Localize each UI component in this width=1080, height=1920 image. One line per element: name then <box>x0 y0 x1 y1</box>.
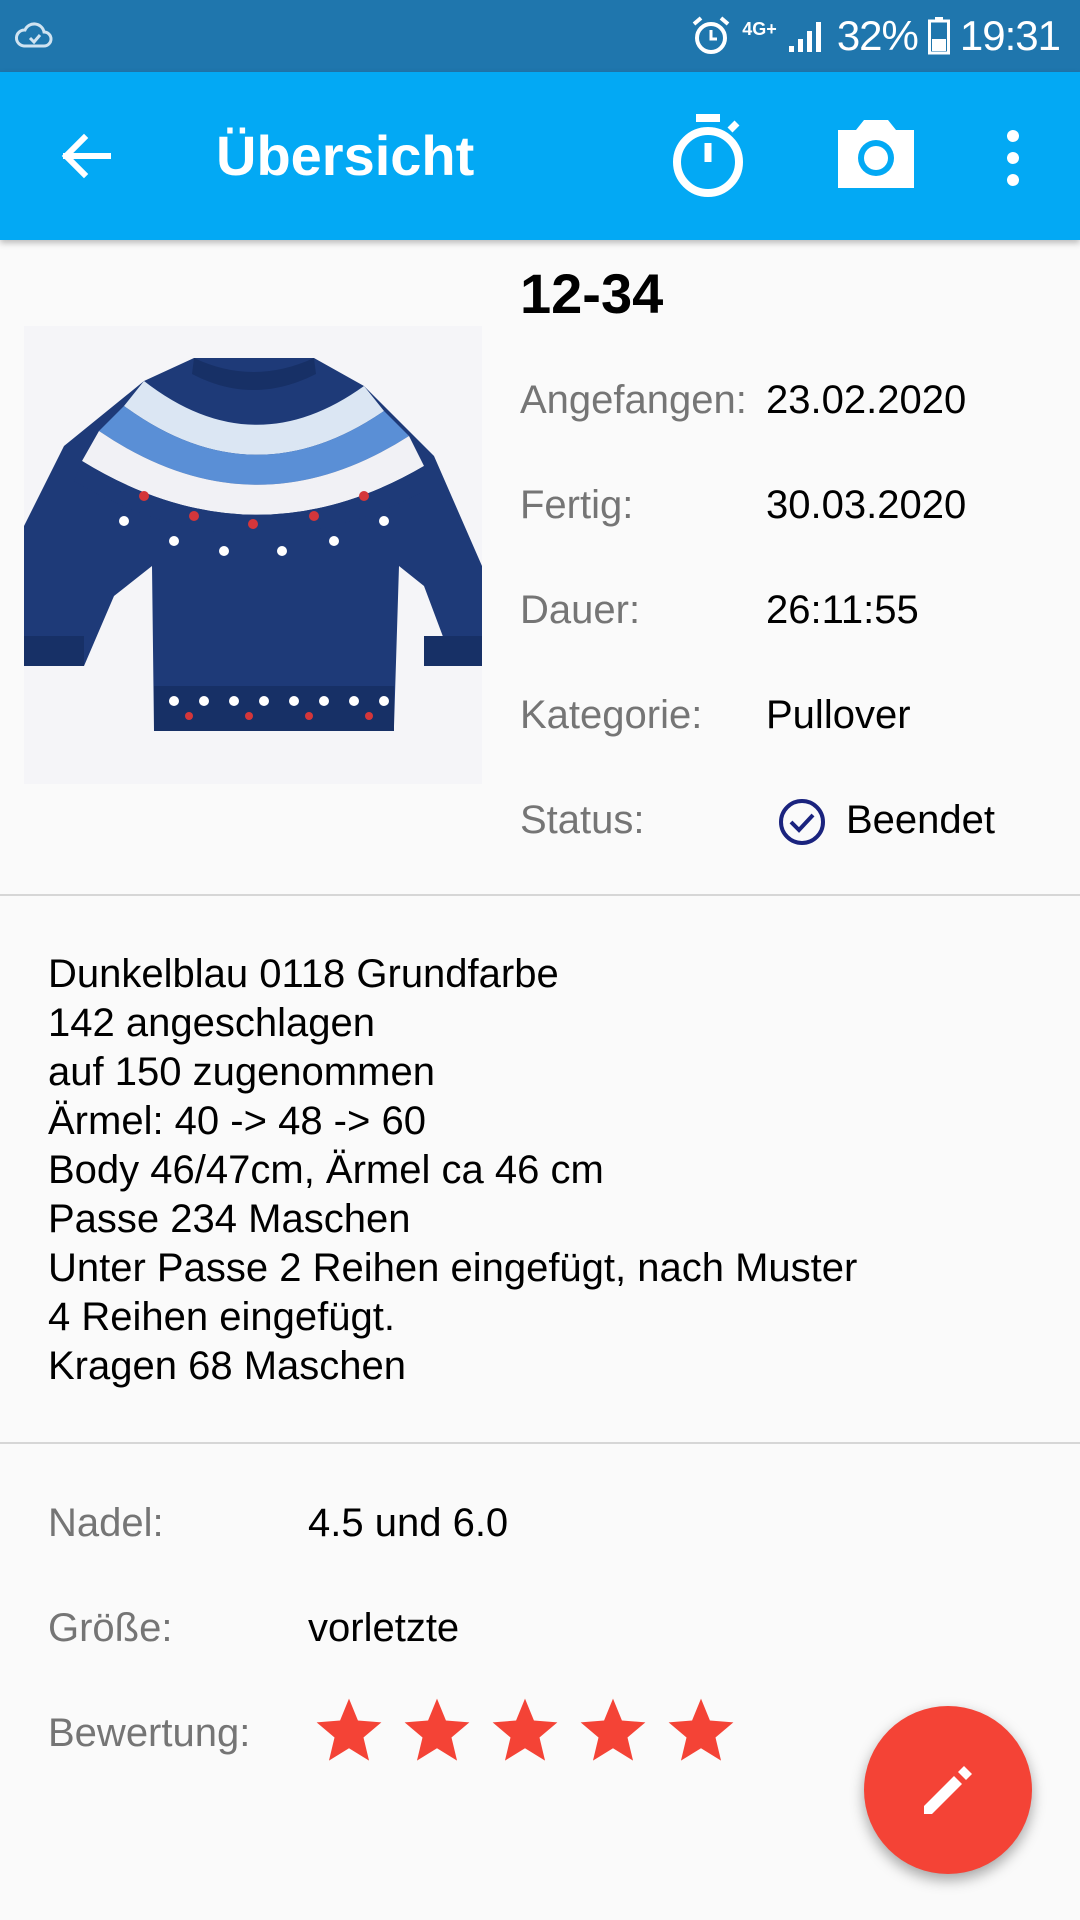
status-value: Beendet <box>846 798 996 842</box>
started-value: 23.02.2020 <box>766 378 967 422</box>
note-line: 4 Reihen eingefügt. <box>48 1295 395 1339</box>
note-line: Passe 234 Maschen <box>48 1197 411 1241</box>
network-type: 4G+ <box>742 19 777 39</box>
edit-icon <box>924 1766 972 1814</box>
rating-stars[interactable] <box>312 1694 738 1774</box>
note-line: Body 46/47cm, Ärmel ca 46 cm <box>48 1148 604 1192</box>
app-bar: Übersicht <box>0 72 1080 240</box>
note-line: 142 angeschlagen <box>48 1001 375 1045</box>
needle-label: Nadel: <box>48 1501 164 1545</box>
divider <box>0 1442 1080 1444</box>
check-circle-icon <box>779 799 825 845</box>
notes-text: Dunkelblau 0118 Grundfarbe 142 angeschla… <box>48 950 1048 1391</box>
started-label: Angefangen: <box>520 378 747 422</box>
status-label: Status: <box>520 798 645 842</box>
category-label: Kategorie: <box>520 693 703 737</box>
battery-icon <box>927 17 950 55</box>
needle-value: 4.5 und 6.0 <box>308 1501 509 1545</box>
note-line: Dunkelblau 0118 Grundfarbe <box>48 952 559 996</box>
note-line: Unter Passe 2 Reihen eingefügt, nach Mus… <box>48 1246 858 1290</box>
page-title: Übersicht <box>216 124 475 187</box>
alarm-icon <box>692 16 730 54</box>
note-line: Ärmel: 40 -> 48 -> 60 <box>48 1099 426 1143</box>
status-bar: 4G+ 32% 19:31 <box>0 0 1080 72</box>
rating-label: Bewertung: <box>48 1711 251 1755</box>
finished-label: Fertig: <box>520 483 634 527</box>
timer-icon[interactable] <box>668 110 748 200</box>
category-value: Pullover <box>766 693 911 737</box>
divider <box>0 894 1080 896</box>
star-icon[interactable] <box>400 1694 474 1768</box>
size-label: Größe: <box>48 1606 173 1650</box>
clock: 19:31 <box>959 12 1061 59</box>
duration-label: Dauer: <box>520 588 641 632</box>
finished-value: 30.03.2020 <box>766 483 967 527</box>
arrow-back-icon[interactable] <box>56 126 116 186</box>
item-photo[interactable] <box>24 326 482 784</box>
star-icon[interactable] <box>664 1694 738 1768</box>
camera-icon[interactable] <box>834 116 918 192</box>
battery-percent: 32% <box>836 12 919 59</box>
cloud-sync-icon <box>15 22 53 48</box>
edit-button[interactable] <box>864 1706 1032 1874</box>
note-line: auf 150 zugenommen <box>48 1050 435 1094</box>
size-value: vorletzte <box>308 1606 460 1650</box>
note-line: Kragen 68 Maschen <box>48 1344 407 1388</box>
star-icon[interactable] <box>312 1694 386 1768</box>
more-vert-icon[interactable] <box>998 128 1028 188</box>
sweater-image <box>24 326 482 784</box>
star-icon[interactable] <box>488 1694 562 1768</box>
signal-icon <box>788 22 821 52</box>
duration-value: 26:11:55 <box>766 588 919 632</box>
item-title: 12-34 <box>520 262 664 325</box>
star-icon[interactable] <box>576 1694 650 1768</box>
